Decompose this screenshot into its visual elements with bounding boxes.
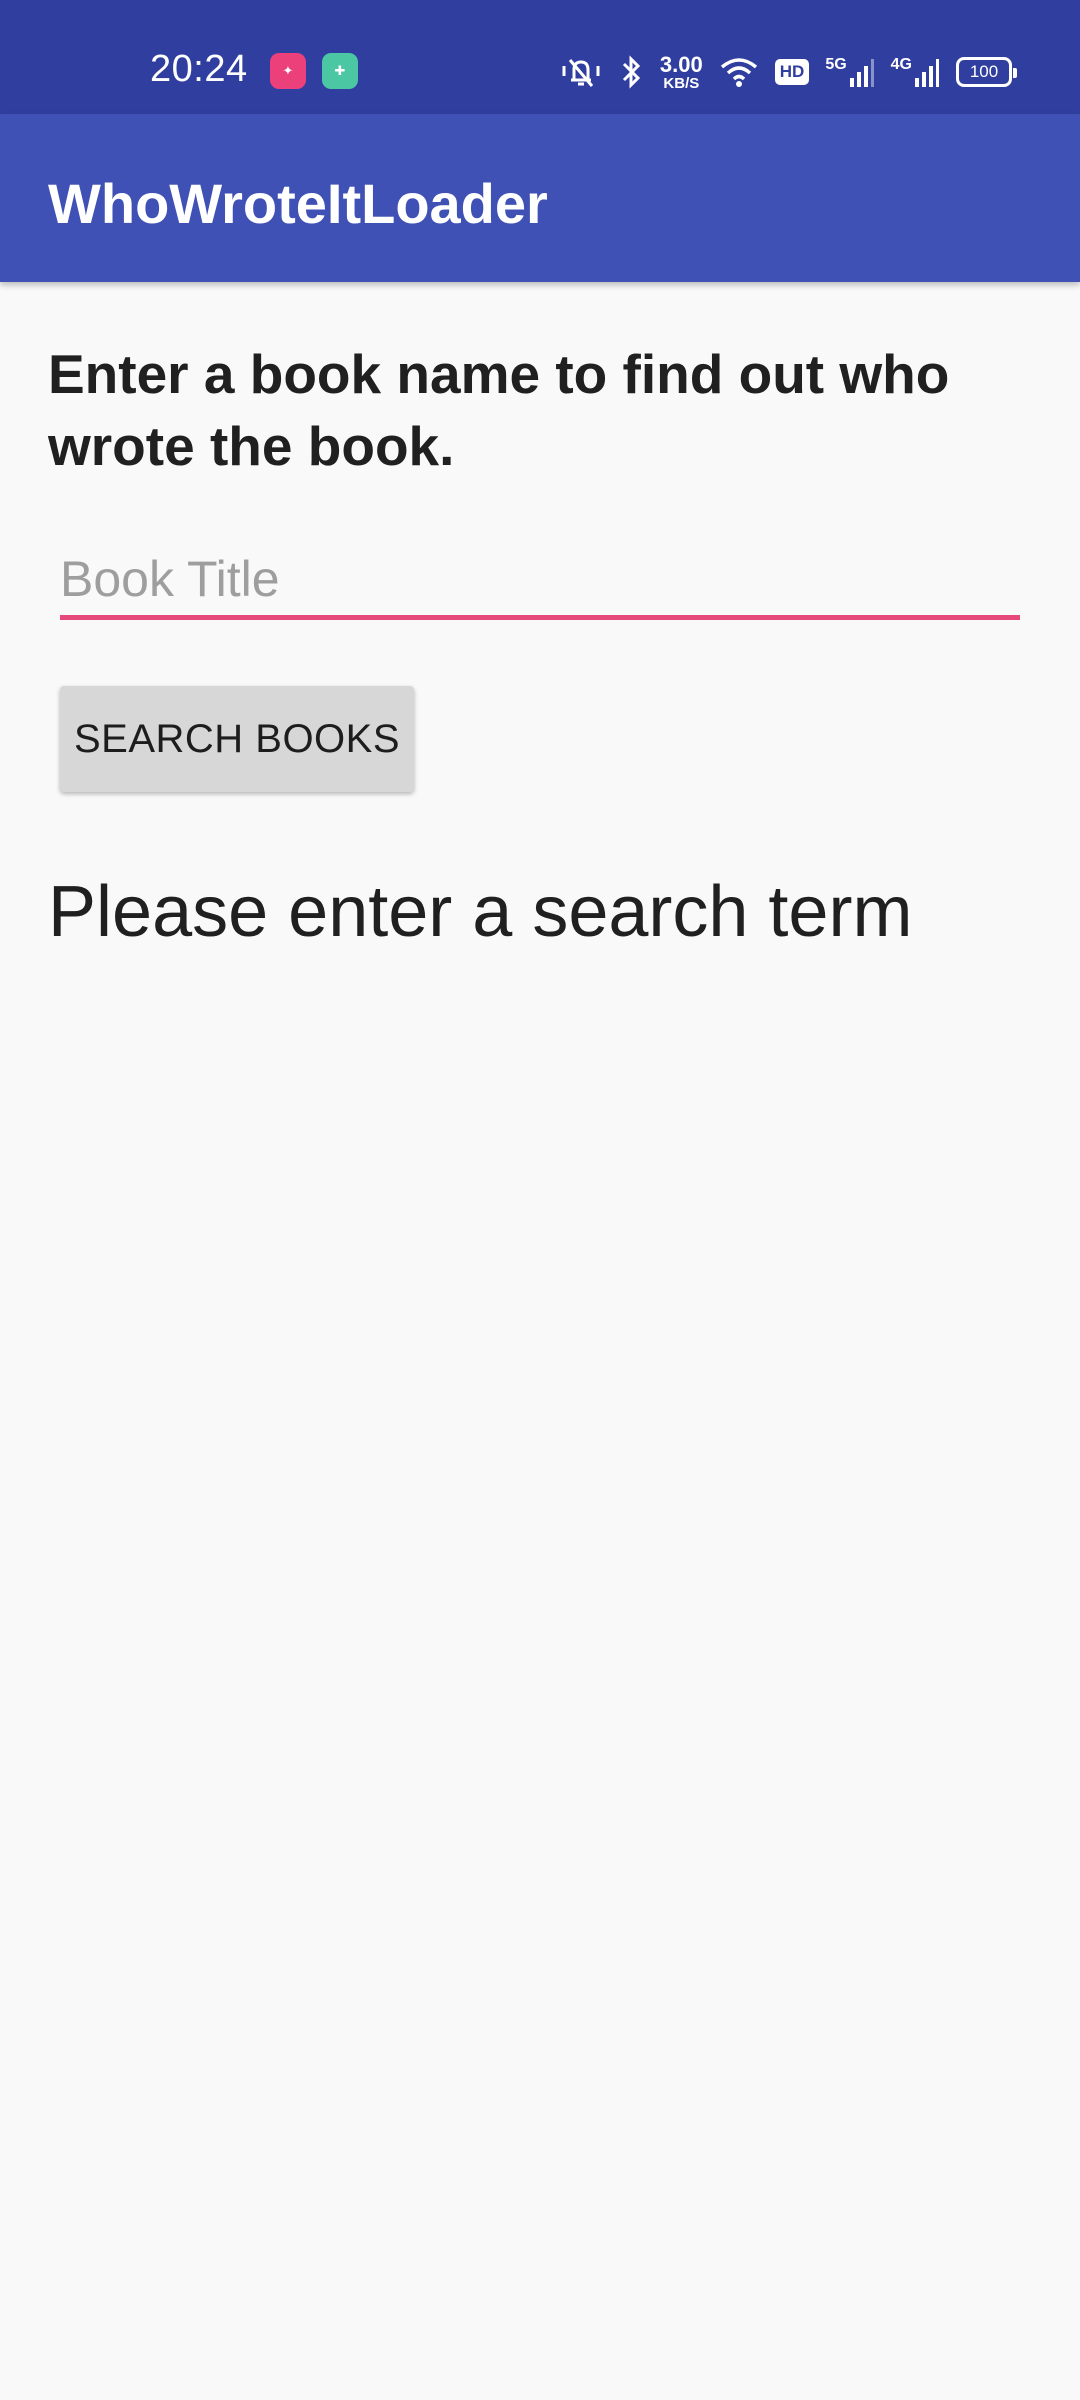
signal-5g-icon: 5G [825, 56, 874, 88]
net-speed-unit: KB/S [663, 74, 700, 92]
net-speed-value: 3.00 [659, 51, 703, 77]
net-speed: 3.00 KB/S [659, 51, 703, 92]
green-app-icon: ✚ [322, 53, 358, 89]
bluetooth-icon [620, 54, 644, 90]
book-title-input[interactable] [60, 542, 1020, 620]
result-text: Please enter a search term [48, 872, 913, 952]
hd-badge: HD [774, 59, 810, 85]
signal-4g-label: 4G [890, 56, 912, 73]
battery-icon: 100 [956, 57, 1017, 87]
signal-5g-label: 5G [825, 56, 847, 73]
instructions-text: Enter a book name to find out who wrote … [48, 343, 950, 477]
wifi-icon [719, 55, 759, 89]
status-icons: 3.00 KB/S HD 5G 4G 100 [558, 50, 1017, 94]
status-time: 20:24 [150, 48, 248, 90]
app-title: WhoWroteItLoader [48, 172, 548, 235]
signal-4g-icon: 4G [891, 56, 940, 88]
search-books-button[interactable]: SEARCH BOOKS [60, 686, 414, 792]
status-bar: 20:24 ✦ ✚ 3.00 KB/S HD 5G 4G 100 [0, 0, 1080, 114]
app-bar: WhoWroteItLoader [0, 114, 1080, 282]
mute-vibrate-icon [558, 54, 604, 90]
pink-app-icon: ✦ [270, 53, 306, 89]
battery-level: 100 [969, 62, 999, 81]
